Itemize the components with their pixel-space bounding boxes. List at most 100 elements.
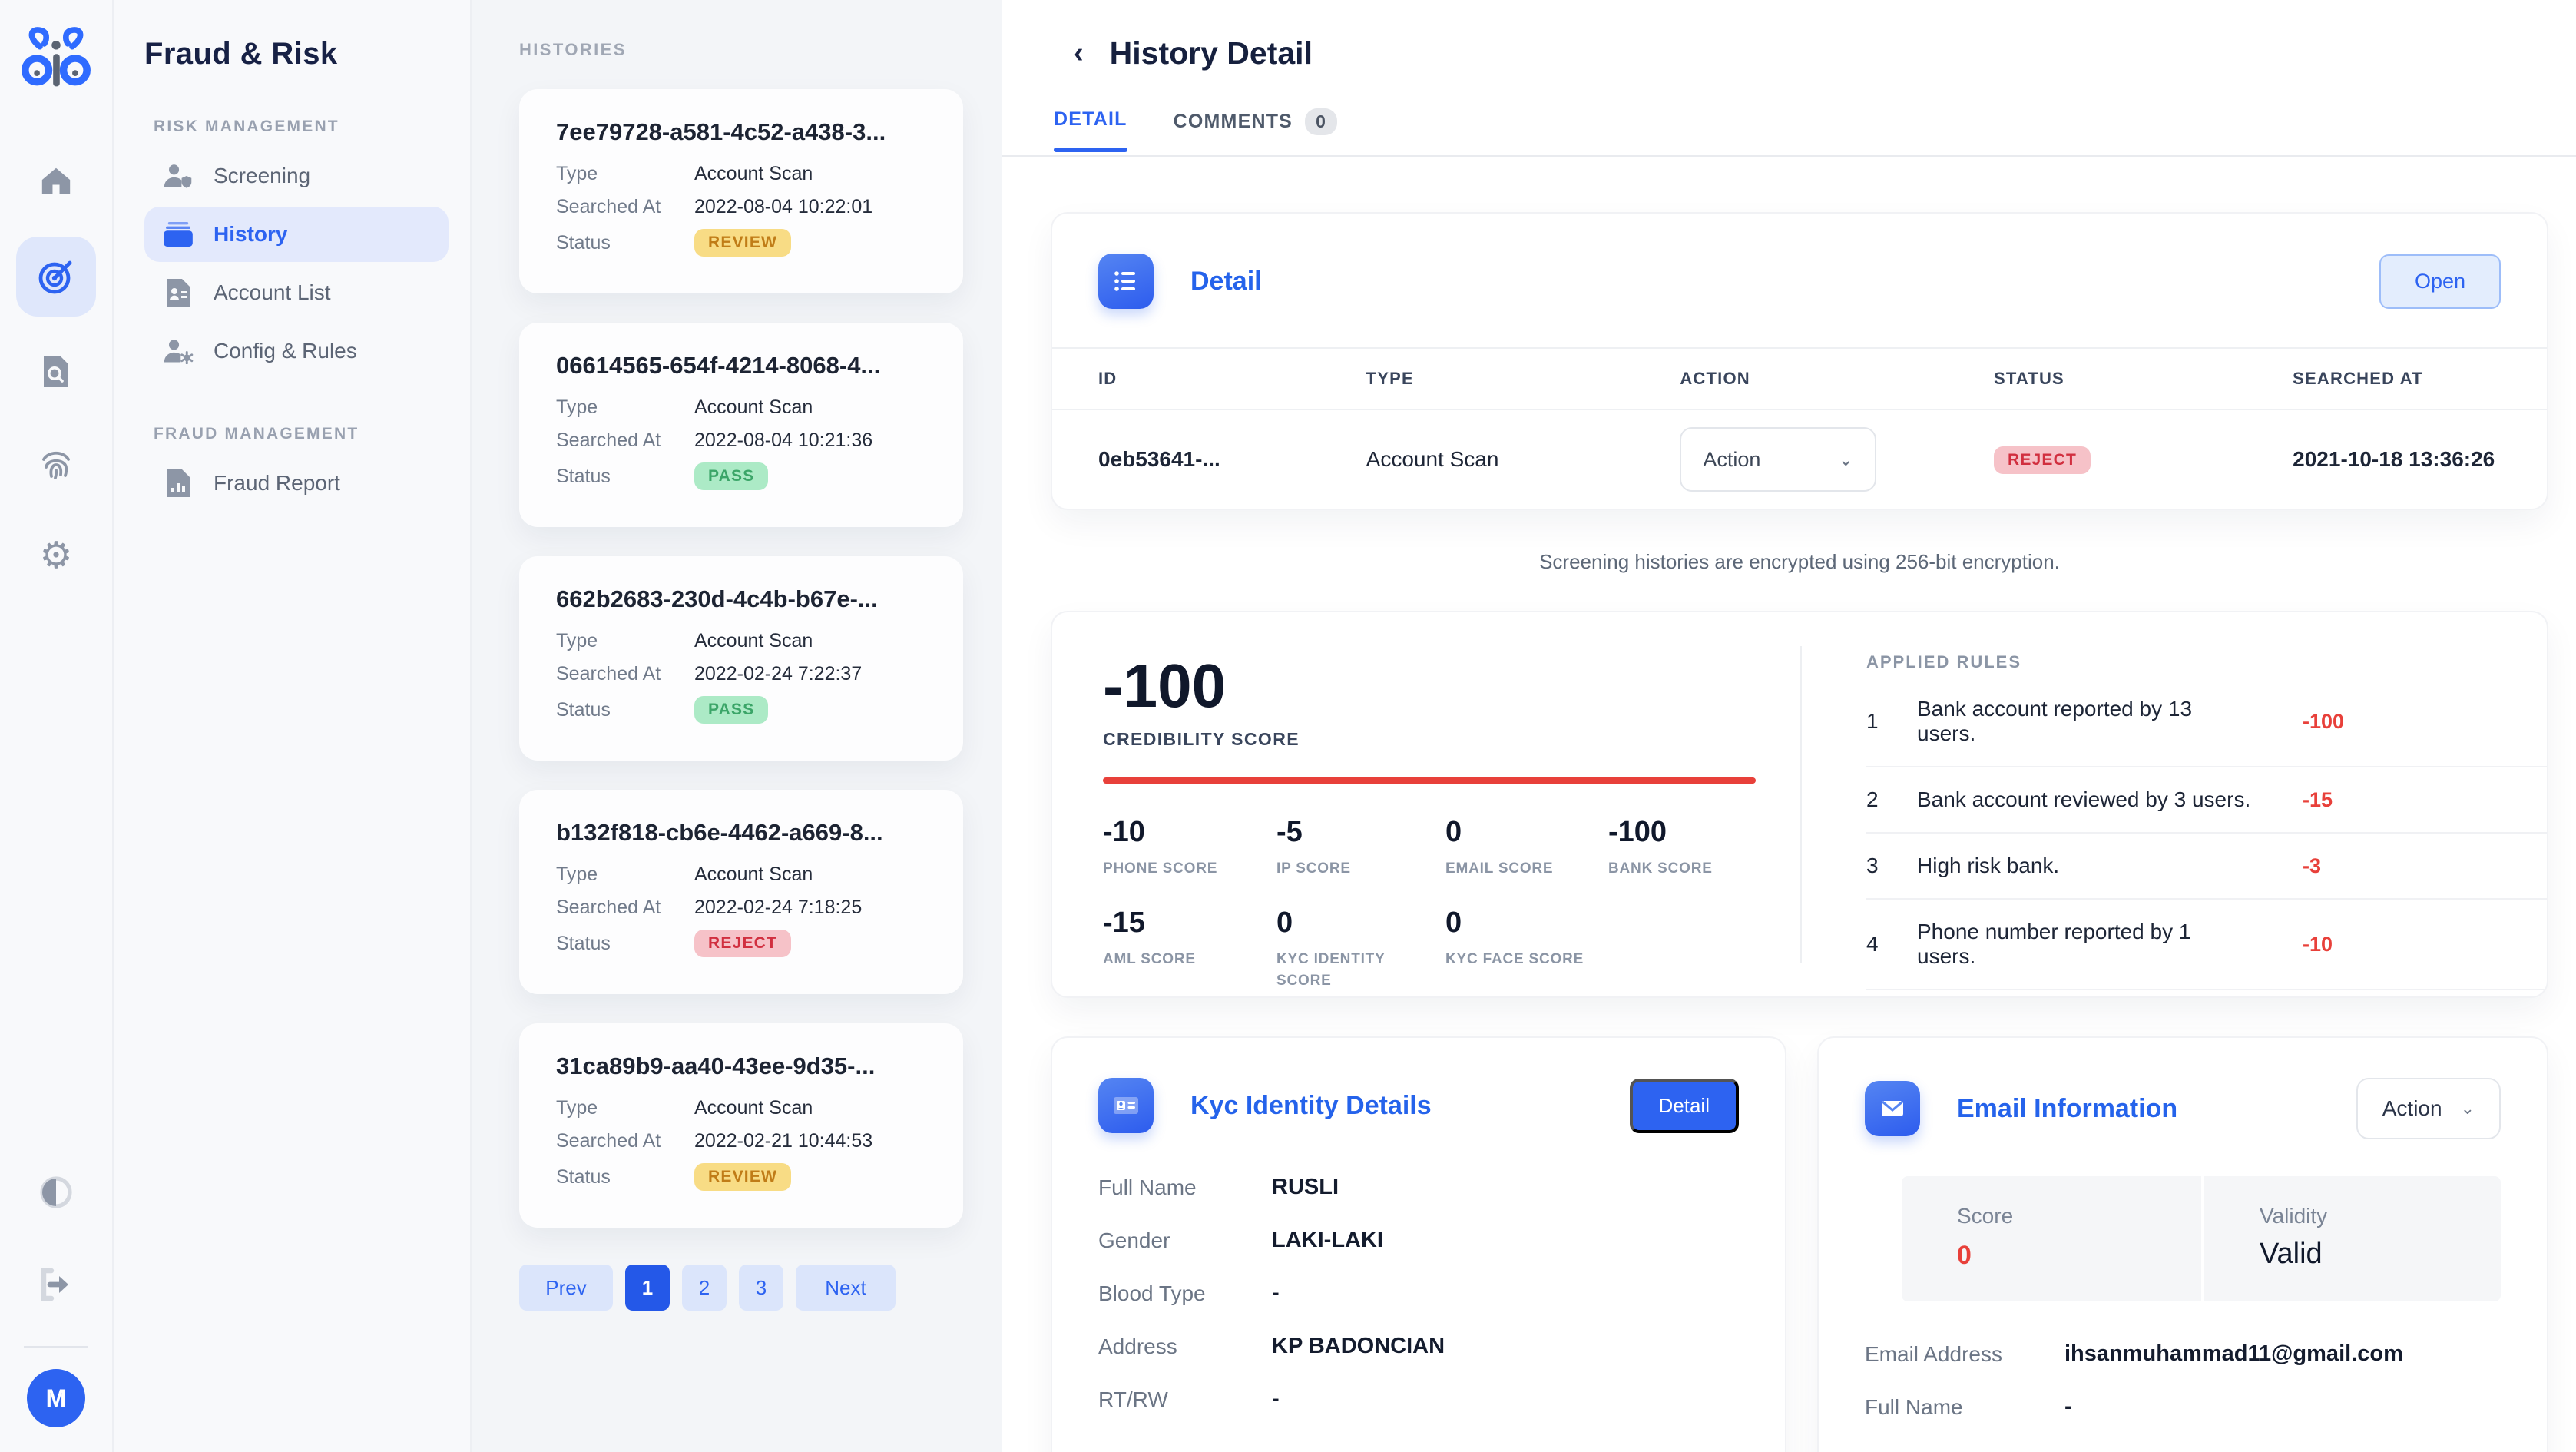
rule-value: -3: [2303, 854, 2321, 878]
sub-score: -5IP SCORE: [1276, 816, 1445, 880]
pagination-next-button[interactable]: Next: [796, 1265, 896, 1311]
row-searched-at: 2021-10-18 13:36:26: [2293, 409, 2547, 509]
tab-detail[interactable]: DETAIL: [1054, 108, 1127, 151]
pagination-page-2[interactable]: 2: [682, 1265, 727, 1311]
history-card[interactable]: 06614565-654f-4214-8068-4... TypeAccount…: [519, 323, 963, 527]
sidebar: Fraud & Risk RISK MANAGEMENT Screening H…: [114, 0, 472, 1452]
sidebar-item-fraud-report[interactable]: Fraud Report: [144, 456, 449, 511]
email-card-header: Email Information Action ⌄: [1865, 1078, 2501, 1139]
sidebar-item-history[interactable]: History: [144, 207, 449, 262]
kyc-detail-button[interactable]: Detail: [1630, 1079, 1739, 1133]
account-file-icon: [163, 279, 194, 307]
field-value: KP BADONCIAN: [1272, 1334, 1445, 1359]
open-button[interactable]: Open: [2379, 254, 2501, 309]
history-card-id: 06614565-654f-4214-8068-4...: [556, 352, 926, 380]
list-icon: [1098, 254, 1154, 309]
history-card[interactable]: 662b2683-230d-4c4b-b67e-... TypeAccount …: [519, 556, 963, 761]
pagination-page-1[interactable]: 1: [625, 1265, 670, 1311]
field-value: 2022-02-24 7:22:37: [694, 663, 862, 685]
histories-heading: HISTORIES: [519, 40, 963, 60]
history-card[interactable]: b132f818-cb6e-4462-a669-8... TypeAccount…: [519, 790, 963, 994]
icon-rail: ⚙ M: [0, 0, 114, 1452]
email-stats-panel: Score 0 Validity Valid: [1902, 1176, 2501, 1301]
sub-score: 0 KYC IDENTITY SCORE: [1276, 907, 1445, 993]
rail-documents-button[interactable]: [19, 335, 93, 409]
rail-fingerprint-button[interactable]: [19, 427, 93, 501]
history-card[interactable]: 31ca89b9-aa40-43ee-9d35-... TypeAccount …: [519, 1023, 963, 1228]
credibility-score-value: -100: [1103, 654, 1756, 718]
email-score-stat: Score 0: [1902, 1176, 2201, 1301]
sub-score-label: KYC FACE SCORE: [1445, 949, 1587, 971]
detail-card: Detail Open ID TYPE ACTION STATUS SEARCH…: [1052, 214, 2547, 509]
sub-score-label: BANK SCORE: [1608, 858, 1750, 880]
field-value: -: [1272, 1387, 1280, 1412]
column-header-searched-at: SEARCHED AT: [2293, 348, 2547, 409]
status-badge: REVIEW: [694, 229, 791, 257]
score-bar: [1103, 777, 1756, 784]
sub-score: 0KYC FACE SCORE: [1445, 907, 1608, 993]
field-label: RT/RW: [1098, 1387, 1272, 1412]
fingerprint-icon: [38, 446, 74, 482]
rule-text: High risk bank.: [1917, 854, 2252, 878]
tab-comments[interactable]: COMMENTS 0: [1174, 108, 1337, 155]
page-title: History Detail: [1110, 35, 1313, 71]
rule-row: 1Bank account reported by 13 users.-100: [1866, 677, 2547, 767]
sidebar-item-label: Fraud Report: [214, 471, 340, 496]
pagination-page-3[interactable]: 3: [739, 1265, 783, 1311]
theme-toggle-button[interactable]: [19, 1155, 93, 1229]
pagination-prev-button[interactable]: Prev: [519, 1265, 613, 1311]
field-label: Gender: [1098, 1228, 1272, 1253]
sub-score-value: -5: [1276, 816, 1445, 849]
action-select[interactable]: Action ⌄: [1680, 427, 1876, 492]
stat-value: 0: [1957, 1241, 2201, 1271]
tab-bar: DETAIL COMMENTS 0: [1002, 108, 2576, 157]
rail-risk-button[interactable]: [16, 237, 96, 317]
history-card-id: 7ee79728-a581-4c52-a438-3...: [556, 118, 926, 146]
section-label-fraud: FRAUD MANAGEMENT: [154, 425, 449, 443]
field-label: Full Name: [1098, 1175, 1272, 1200]
sidebar-item-config-rules[interactable]: Config & Rules: [144, 323, 449, 379]
main-header: ‹ History Detail: [1002, 0, 2576, 71]
credibility-section: -100 CREDIBILITY SCORE -10PHONE SCORE -5…: [1052, 612, 1800, 996]
envelope-icon: [1865, 1081, 1920, 1136]
email-action-button[interactable]: Action ⌄: [2356, 1078, 2501, 1139]
document-search-icon: [41, 355, 71, 389]
back-button[interactable]: ‹: [1074, 37, 1084, 70]
field-value: Account Scan: [694, 864, 813, 886]
email-card-title: Email Information: [1957, 1094, 2177, 1124]
logout-button[interactable]: [19, 1248, 93, 1321]
sub-scores: -10PHONE SCORE -5IP SCORE 0EMAIL SCORE -…: [1103, 816, 1756, 993]
rule-text: Phone number reported by 1 users.: [1917, 920, 2252, 969]
email-fields: Email Addressihsanmuhammad11@gmail.com F…: [1865, 1341, 2501, 1420]
field-label: Email Address: [1865, 1342, 2064, 1367]
history-card[interactable]: 7ee79728-a581-4c52-a438-3... TypeAccount…: [519, 89, 963, 293]
field-value: 2022-02-24 7:18:25: [694, 897, 862, 919]
field-label: Searched At: [556, 196, 694, 218]
status-badge: PASS: [694, 696, 768, 724]
field-value: -: [2064, 1394, 2072, 1420]
field-label: Searched At: [556, 1130, 694, 1152]
id-card-icon: [1098, 1078, 1154, 1133]
kyc-fields: Full NameRUSLI GenderLAKI-LAKI Blood Typ…: [1098, 1175, 1739, 1412]
sub-score-value: 0: [1445, 816, 1608, 849]
field-value: Account Scan: [694, 1097, 813, 1119]
sidebar-item-account-list[interactable]: Account List: [144, 265, 449, 320]
sub-score-label: KYC IDENTITY SCORE: [1276, 949, 1418, 993]
rule-row: 5IP address reported by 1 users.-5: [1866, 990, 2547, 996]
sub-score-value: -100: [1608, 816, 1756, 849]
email-action-label: Action: [2382, 1096, 2442, 1121]
rail-settings-button[interactable]: ⚙: [19, 519, 93, 593]
user-avatar[interactable]: M: [27, 1369, 85, 1427]
score-card: -100 CREDIBILITY SCORE -10PHONE SCORE -5…: [1052, 612, 2547, 996]
stat-value: Valid: [2260, 1238, 2501, 1271]
field-label: Full Name: [1865, 1395, 2064, 1420]
field-label: Type: [556, 1097, 694, 1119]
sub-score-value: 0: [1276, 907, 1445, 940]
field-label: Type: [556, 630, 694, 652]
sidebar-item-label: Screening: [214, 164, 310, 188]
field-value: -: [1272, 1281, 1280, 1306]
field-label: Status: [556, 232, 694, 254]
rule-value: -100: [2303, 710, 2344, 734]
rail-home-button[interactable]: [19, 144, 93, 218]
sidebar-item-screening[interactable]: Screening: [144, 148, 449, 204]
